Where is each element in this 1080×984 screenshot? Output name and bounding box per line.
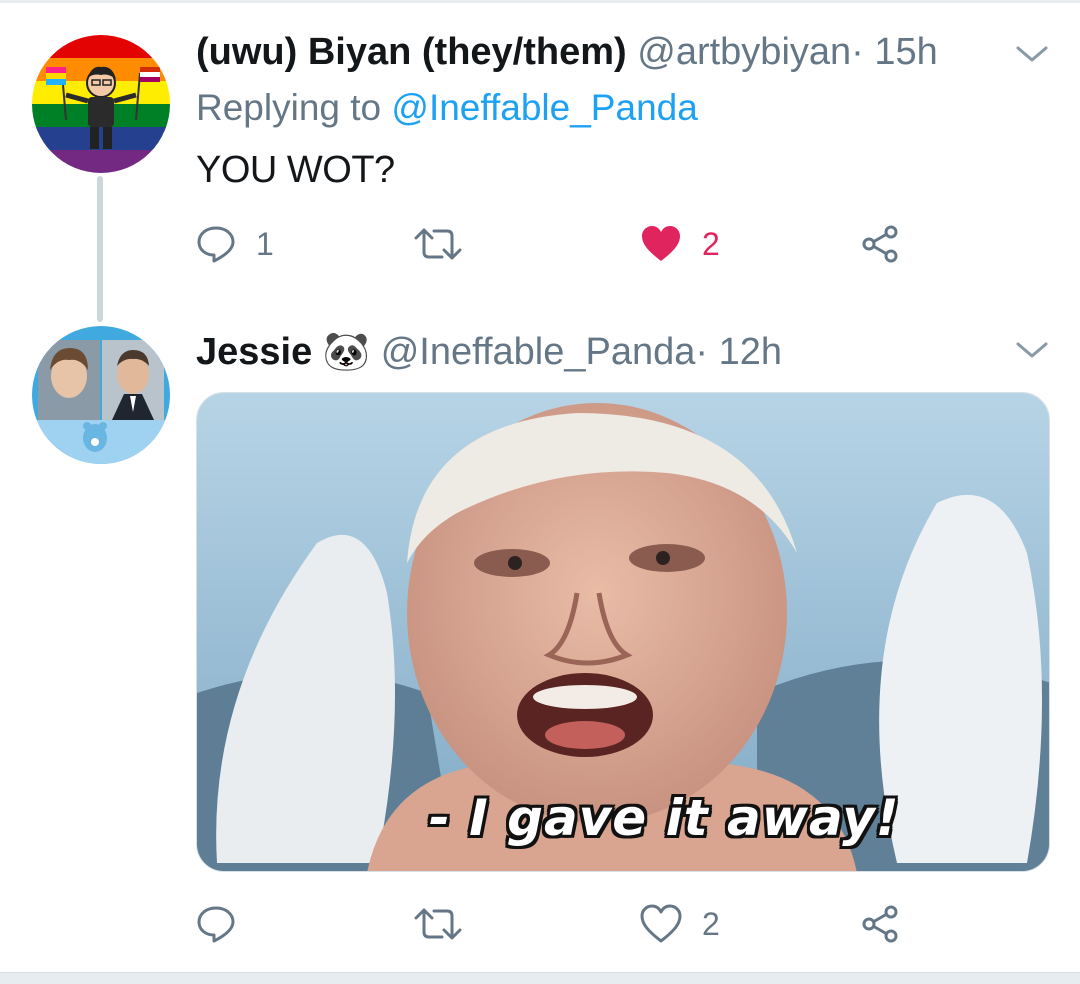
- like-count: 2: [702, 225, 720, 262]
- reply-icon: [197, 906, 235, 943]
- thread-connector-line: [97, 176, 103, 322]
- tweet-timestamp[interactable]: 12h: [719, 331, 782, 373]
- tweet-actions-jessie: 2: [196, 900, 916, 948]
- heart-icon: [642, 226, 680, 261]
- display-name[interactable]: Jessie: [196, 331, 312, 373]
- share-icon: [862, 225, 898, 263]
- reply-button[interactable]: 1: [196, 220, 274, 268]
- panda-emoji: 🐼: [322, 331, 371, 373]
- reply-icon: [197, 226, 235, 263]
- avatar-biyan[interactable]: [32, 35, 170, 173]
- avatar-jessie[interactable]: [32, 326, 170, 464]
- replying-to-line: Replying to @Ineffable_Panda: [196, 86, 698, 130]
- top-divider: [0, 0, 1080, 3]
- replying-mention-link[interactable]: @Ineffable_Panda: [391, 87, 697, 128]
- chevron-down-icon[interactable]: [1012, 40, 1052, 68]
- like-button[interactable]: 2: [640, 900, 720, 948]
- tweet-timestamp[interactable]: 15h: [874, 31, 937, 73]
- share-icon: [862, 905, 898, 943]
- user-handle[interactable]: @artbybiyan: [637, 31, 851, 73]
- separator-dot: ·: [851, 31, 864, 73]
- tweet-actions-biyan: 1 2: [196, 220, 916, 268]
- user-handle[interactable]: @Ineffable_Panda: [381, 331, 696, 373]
- retweet-button[interactable]: [412, 220, 464, 268]
- heart-icon: [640, 904, 682, 943]
- reply-count: 1: [256, 225, 274, 262]
- reply-button[interactable]: [196, 900, 256, 948]
- display-name[interactable]: (uwu) Biyan (they/them): [196, 31, 627, 73]
- tweet-header-biyan: (uwu) Biyan (they/them) @artbybiyan· 15h: [196, 30, 938, 74]
- share-button[interactable]: [860, 900, 900, 948]
- like-count: 2: [702, 905, 720, 942]
- like-button-active[interactable]: 2: [640, 220, 720, 268]
- retweet-icon: [414, 228, 462, 260]
- tweet-media-image[interactable]: - I gave it away!: [196, 392, 1050, 872]
- retweet-icon: [414, 908, 462, 940]
- tweet-header-jessie: Jessie 🐼 @Ineffable_Panda· 12h: [196, 330, 782, 374]
- bottom-divider: [0, 972, 1080, 984]
- replying-prefix: Replying to: [196, 87, 382, 128]
- separator-dot: ·: [695, 331, 709, 373]
- media-caption: - I gave it away!: [429, 789, 900, 847]
- share-button[interactable]: [860, 220, 900, 268]
- tweet-text: YOU WOT?: [196, 149, 395, 191]
- chevron-down-icon[interactable]: [1012, 336, 1052, 364]
- retweet-button[interactable]: [412, 900, 464, 948]
